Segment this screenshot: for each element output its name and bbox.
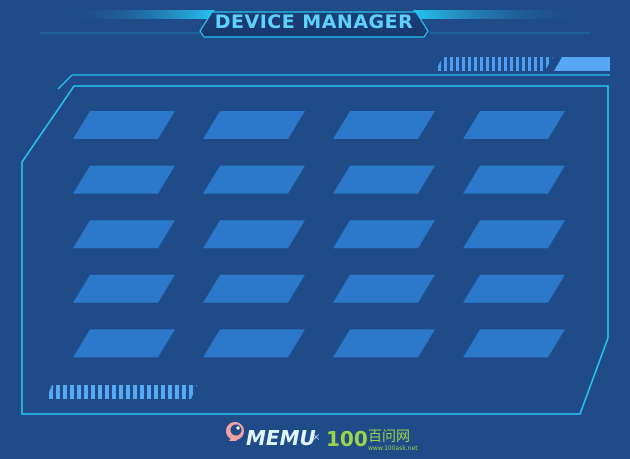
device-slot-shape xyxy=(203,274,305,303)
device-slot[interactable] xyxy=(333,165,435,194)
device-slot-shape xyxy=(73,165,175,194)
device-slot-shape xyxy=(333,111,435,139)
device-slot-shape xyxy=(73,111,175,139)
device-slot[interactable] xyxy=(73,329,175,358)
device-slot[interactable] xyxy=(463,165,565,194)
device-slot[interactable] xyxy=(203,274,305,303)
device-slot-shape xyxy=(73,329,175,358)
device-slot[interactable] xyxy=(73,220,175,249)
device-slot-shape xyxy=(333,329,435,358)
device-slot-shape xyxy=(463,165,565,194)
device-slot-shape xyxy=(463,274,565,303)
brand-separator: × xyxy=(312,432,320,443)
device-slot[interactable] xyxy=(463,220,565,249)
top-stripe-block xyxy=(435,57,553,71)
device-slot-shape xyxy=(203,329,305,358)
device-slot-grid xyxy=(73,111,565,358)
device-slot-shape xyxy=(463,111,565,139)
device-slot[interactable] xyxy=(203,111,305,139)
device-manager-screen: DEVICE MANAGER MEMU × 100 百问网 www.100ask… xyxy=(0,0,630,459)
memu-logo-icon xyxy=(226,422,244,441)
header-decoration: DEVICE MANAGER xyxy=(40,10,590,38)
partner-number: 100 xyxy=(326,427,368,451)
device-slot[interactable] xyxy=(203,165,305,194)
header-bar-left xyxy=(60,10,215,19)
device-slot-shape xyxy=(333,220,435,249)
device-slot-shape xyxy=(203,165,305,194)
device-slot-shape xyxy=(73,274,175,303)
top-accent-diagonal xyxy=(57,74,73,90)
device-slot-shape xyxy=(73,220,175,249)
device-slot[interactable] xyxy=(463,274,565,303)
device-slot[interactable] xyxy=(73,165,175,194)
device-slot-shape xyxy=(333,165,435,194)
device-slot[interactable] xyxy=(463,111,565,139)
device-slot[interactable] xyxy=(463,329,565,358)
page-title: DEVICE MANAGER xyxy=(215,11,413,33)
partner-url: www.100ask.net xyxy=(368,445,418,452)
brand-name: MEMU xyxy=(246,426,316,450)
device-slot[interactable] xyxy=(203,220,305,249)
device-slot-shape xyxy=(333,274,435,303)
header-bar-right xyxy=(413,10,590,19)
device-slot-shape xyxy=(203,220,305,249)
device-slot[interactable] xyxy=(333,220,435,249)
top-accent xyxy=(57,57,610,90)
device-manager-canvas: DEVICE MANAGER MEMU × 100 百问网 www.100ask… xyxy=(21,10,610,452)
top-solid-block xyxy=(554,57,610,71)
device-slot[interactable] xyxy=(73,274,175,303)
device-slot[interactable] xyxy=(333,329,435,358)
device-slot[interactable] xyxy=(333,111,435,139)
device-slot[interactable] xyxy=(73,111,175,139)
footer-branding: MEMU × 100 百问网 www.100ask.net xyxy=(226,422,418,452)
device-slot-shape xyxy=(203,111,305,139)
device-slot-shape xyxy=(463,220,565,249)
device-slot[interactable] xyxy=(333,274,435,303)
partner-name: 百问网 xyxy=(368,429,410,445)
device-slot-shape xyxy=(463,329,565,358)
device-slot[interactable] xyxy=(203,329,305,358)
bottom-stripe-block xyxy=(46,385,197,399)
